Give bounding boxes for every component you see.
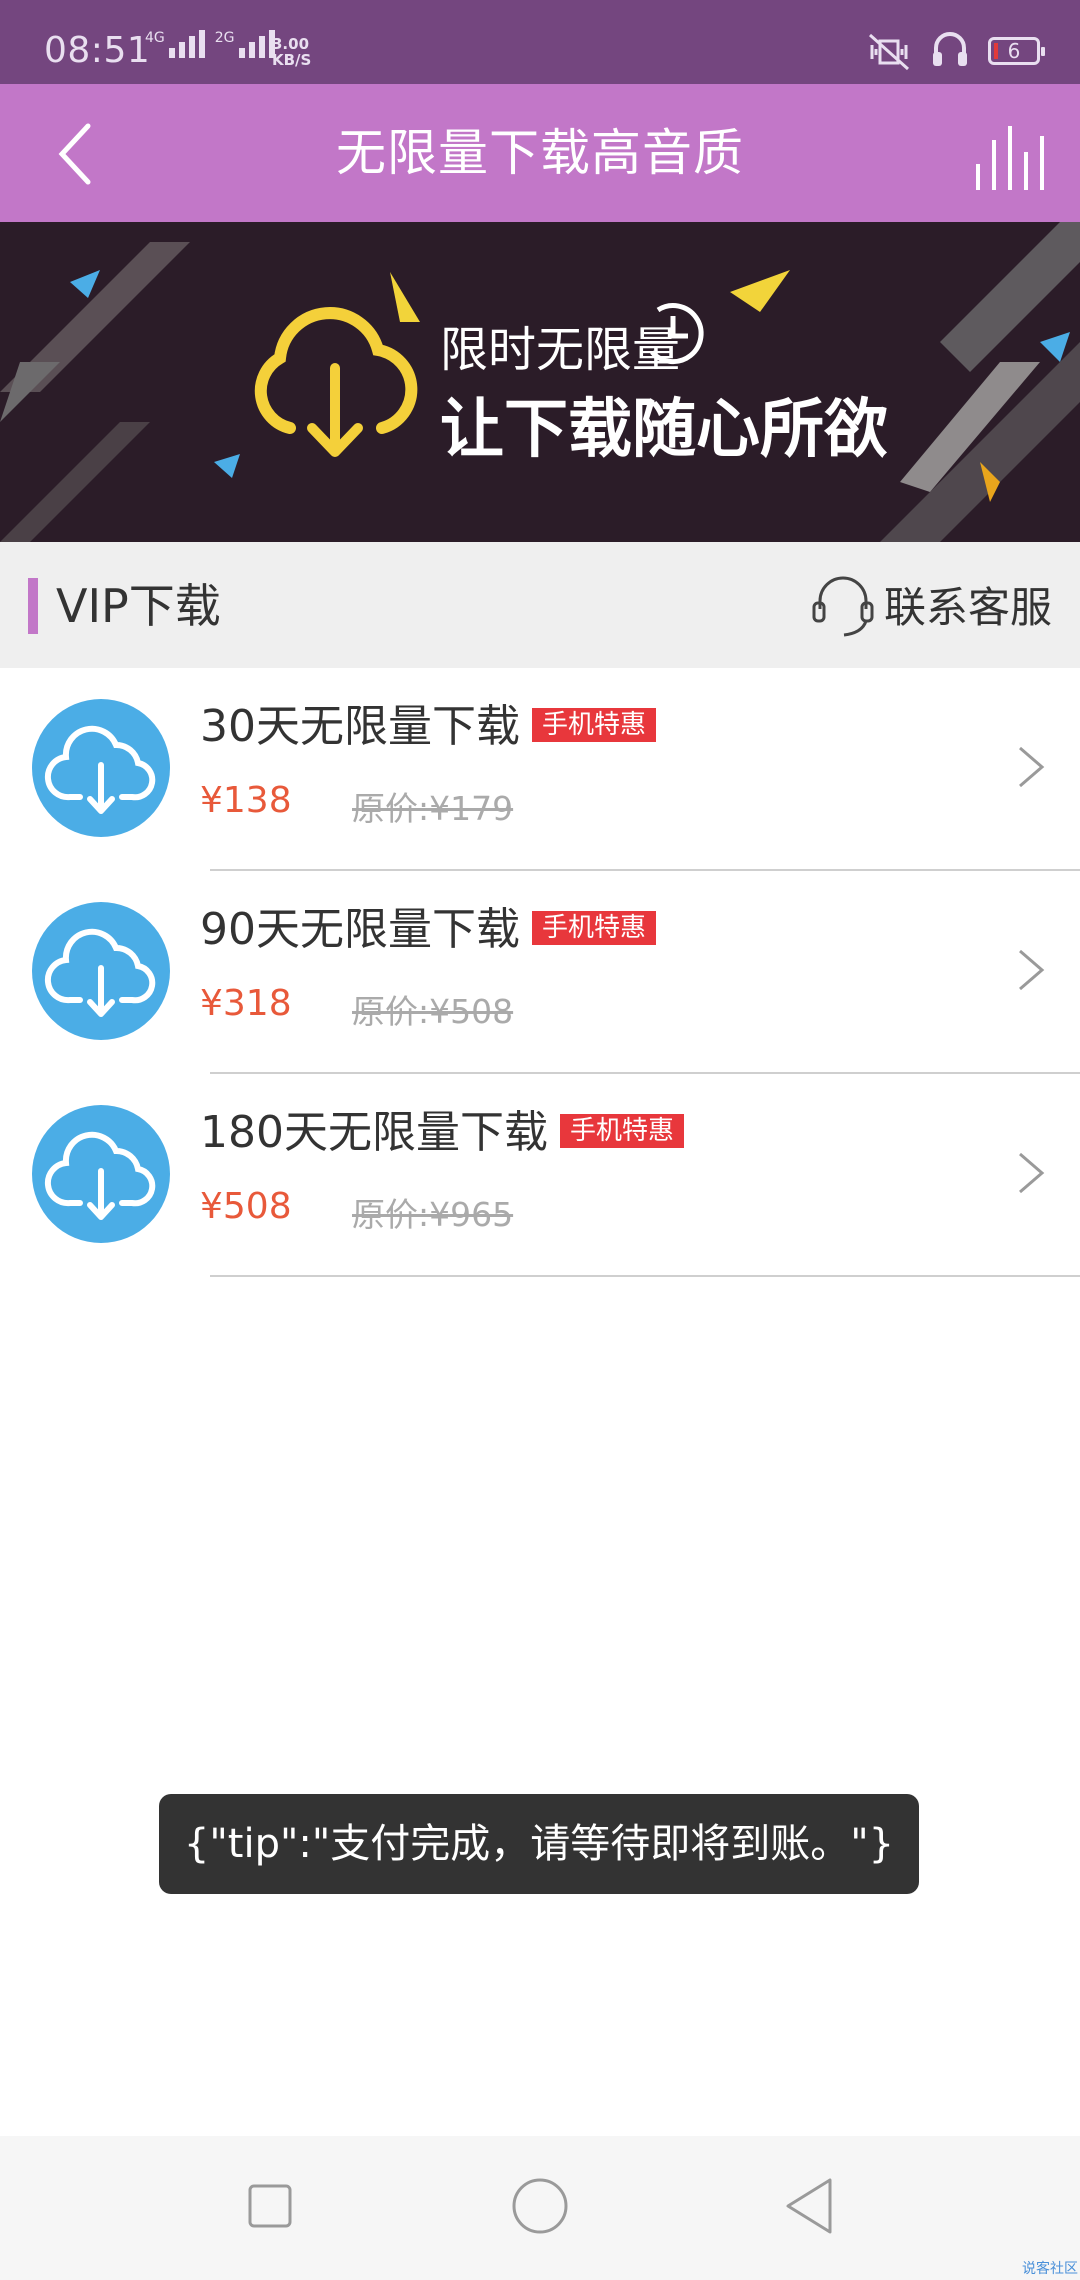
battery-level: 6 — [1007, 39, 1021, 63]
chevron-right-icon — [1019, 1152, 1045, 1194]
clock-icon — [650, 303, 704, 365]
plan-icon — [32, 1105, 170, 1243]
network-type-2g: 2G — [214, 30, 235, 46]
vibrate-off-icon — [868, 33, 910, 71]
section-title: VIP下载 — [56, 579, 221, 633]
status-time: 08:51 — [44, 30, 151, 71]
chevron-right-icon — [1019, 949, 1045, 991]
plan-icon — [32, 902, 170, 1040]
signal-4g-icon: 4G — [145, 30, 205, 58]
plan-price: ¥318 — [200, 983, 292, 1024]
plan-price: ¥508 — [200, 1186, 292, 1227]
contact-support-button[interactable]: 联系客服 — [808, 568, 1052, 640]
plan-name-text: 30天无限量下载 — [200, 701, 520, 752]
plan-name-text: 180天无限量下载 — [200, 1107, 548, 1158]
plan-item-180-days[interactable]: 180天无限量下载 手机特惠 ¥508 原价:¥965 — [0, 1074, 1080, 1277]
speed-value: 3.00 — [272, 35, 310, 53]
promo-badge: 手机特惠 — [559, 1114, 684, 1148]
plan-original-price: 原价:¥965 — [352, 1195, 514, 1234]
network-type-4g: 4G — [145, 30, 165, 46]
app-bar: 无限量下载高音质 — [0, 84, 1080, 222]
plan-name: 90天无限量下载 手机特惠 — [200, 893, 657, 957]
toast-message: {"tip":"支付完成，请等待即将到账。"} — [159, 1794, 919, 1894]
plan-item-90-days[interactable]: 90天无限量下载 手机特惠 ¥318 原价:¥508 — [0, 871, 1080, 1074]
plan-price: ¥138 — [200, 780, 292, 821]
watermark: 说客社区 — [1022, 2261, 1078, 2277]
chevron-right-icon — [1019, 746, 1045, 788]
plan-original-price: 原价:¥508 — [352, 992, 514, 1031]
equalizer-icon — [976, 126, 1044, 190]
contact-support-label: 联系客服 — [883, 582, 1052, 632]
banner-line2: 让下载随心所欲 — [440, 393, 888, 467]
plan-icon — [32, 699, 170, 837]
circle-icon — [512, 2178, 568, 2234]
cloud-download-icon — [44, 1131, 156, 1220]
cloud-download-icon — [44, 725, 156, 814]
cloud-download-icon — [44, 928, 156, 1017]
plan-name: 180天无限量下载 手机特惠 — [200, 1096, 684, 1160]
system-navigation-bar: 说客社区 — [0, 2136, 1080, 2280]
section-accent-bar — [28, 578, 38, 634]
speed-unit: KB/S — [272, 51, 312, 69]
signal-2g-icon: 2G — [215, 30, 275, 58]
recent-apps-button[interactable] — [230, 2166, 310, 2246]
plan-name-text: 90天无限量下载 — [200, 904, 520, 955]
divider — [210, 1275, 1080, 1277]
promo-badge: 手机特惠 — [532, 911, 657, 945]
headset-icon — [933, 32, 967, 66]
triangle-back-icon — [786, 2178, 832, 2234]
music-playing-button[interactable] — [970, 118, 1046, 194]
plan-name: 30天无限量下载 手机特惠 — [200, 690, 657, 754]
home-button[interactable] — [500, 2166, 580, 2246]
battery-icon: 6 — [988, 37, 1045, 65]
promo-badge: 手机特惠 — [532, 708, 657, 742]
page-title: 无限量下载高音质 — [336, 124, 744, 182]
back-nav-button[interactable] — [770, 2166, 850, 2246]
network-indicators: 4G 2G — [145, 30, 275, 58]
promo-banner[interactable]: 限时无限量 让下载随心所欲 — [0, 222, 1080, 542]
cloud-download-icon — [254, 307, 418, 457]
section-header: VIP下载 联系客服 — [0, 542, 1080, 668]
status-bar: 08:51 4G 2G 3.00 KB/S 6 — [0, 0, 1080, 84]
square-icon — [248, 2184, 292, 2228]
headset-icon — [812, 576, 874, 637]
plan-item-30-days[interactable]: 30天无限量下载 手机特惠 ¥138 原价:¥179 — [0, 668, 1080, 871]
network-speed: 3.00 KB/S — [272, 36, 311, 68]
plan-original-price: 原价:¥179 — [352, 789, 514, 828]
